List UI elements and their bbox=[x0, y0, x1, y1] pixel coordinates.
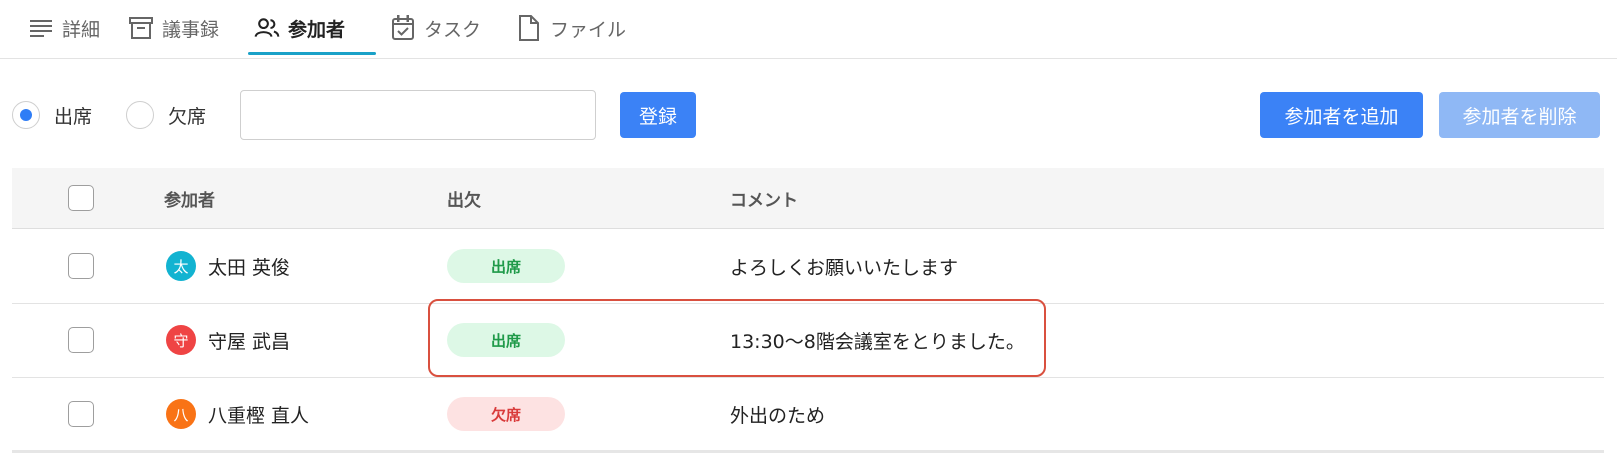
radio-absent-label: 欠席 bbox=[168, 105, 207, 128]
table-header: 参加者 出欠 コメント bbox=[12, 168, 1604, 229]
avatar: 八 bbox=[166, 399, 196, 429]
row-checkbox[interactable] bbox=[68, 327, 94, 353]
radio-present[interactable]: 出席 bbox=[12, 96, 92, 134]
participant-cell: 八 八重樫 直人 bbox=[166, 377, 309, 451]
calendar-check-icon bbox=[390, 15, 416, 41]
participant-name: 太田 英俊 bbox=[208, 256, 291, 279]
delete-participant-button[interactable]: 参加者を削除 bbox=[1439, 92, 1600, 138]
participant-cell: 守 守屋 武昌 bbox=[166, 303, 290, 377]
status-badge: 出席 bbox=[447, 323, 565, 357]
comment-cell: よろしくお願いいたします bbox=[730, 256, 959, 279]
row-checkbox[interactable] bbox=[68, 253, 94, 279]
radio-absent[interactable]: 欠席 bbox=[126, 96, 206, 134]
attendance-cell: 出席 bbox=[447, 303, 565, 377]
file-icon bbox=[516, 15, 542, 41]
tab-tasks[interactable]: タスク bbox=[390, 0, 481, 56]
tab-files[interactable]: ファイル bbox=[516, 0, 626, 56]
comment-cell: 外出のため bbox=[730, 404, 826, 427]
radio-unchecked-icon bbox=[126, 101, 154, 129]
active-tab-indicator bbox=[248, 52, 376, 55]
tab-bar: 詳細 議事録 参加者 タスク ファイル bbox=[0, 0, 1617, 59]
header-participant: 参加者 bbox=[164, 190, 215, 211]
comment-cell: 13:30～8階会議室をとりました。 bbox=[730, 330, 1025, 353]
row-checkbox[interactable] bbox=[68, 401, 94, 427]
avatar: 太 bbox=[166, 251, 196, 281]
status-badge: 欠席 bbox=[447, 397, 565, 431]
add-participant-button[interactable]: 参加者を追加 bbox=[1260, 92, 1423, 138]
tab-label: 詳細 bbox=[62, 18, 101, 41]
header-attendance: 出欠 bbox=[447, 190, 481, 211]
header-comment: コメント bbox=[730, 190, 798, 211]
participant-cell: 太 太田 英俊 bbox=[166, 229, 290, 303]
tab-label: 議事録 bbox=[162, 18, 220, 41]
register-button[interactable]: 登録 bbox=[620, 92, 696, 138]
select-all-checkbox[interactable] bbox=[68, 185, 94, 211]
archive-icon bbox=[128, 15, 154, 41]
table-bottom-border bbox=[12, 450, 1604, 453]
table-row: 八 八重樫 直人 欠席 外出のため bbox=[12, 377, 1604, 452]
tab-minutes[interactable]: 議事録 bbox=[128, 0, 219, 56]
avatar: 守 bbox=[166, 325, 196, 355]
list-icon bbox=[28, 15, 54, 41]
radio-checked-icon bbox=[12, 101, 40, 129]
attendance-cell: 欠席 bbox=[447, 377, 565, 451]
participant-name: 守屋 武昌 bbox=[208, 330, 291, 353]
register-button-label: 登録 bbox=[638, 105, 677, 128]
radio-present-label: 出席 bbox=[54, 105, 93, 128]
add-participant-label: 参加者を追加 bbox=[1284, 105, 1399, 128]
table-row: 守 守屋 武昌 出席 13:30～8階会議室をとりました。 bbox=[12, 303, 1604, 378]
people-icon bbox=[254, 15, 280, 41]
tab-label: タスク bbox=[424, 18, 482, 41]
table-row: 太 太田 英俊 出席 よろしくお願いいたします bbox=[12, 229, 1604, 304]
tab-participants[interactable]: 参加者 bbox=[254, 0, 345, 56]
delete-participant-label: 参加者を削除 bbox=[1462, 105, 1577, 128]
tab-label: ファイル bbox=[550, 18, 627, 41]
attendance-cell: 出席 bbox=[447, 229, 565, 303]
status-badge: 出席 bbox=[447, 249, 565, 283]
tab-label: 参加者 bbox=[288, 18, 346, 41]
participant-name: 八重樫 直人 bbox=[208, 404, 310, 427]
comment-input[interactable] bbox=[240, 90, 596, 140]
tab-details[interactable]: 詳細 bbox=[28, 0, 100, 56]
